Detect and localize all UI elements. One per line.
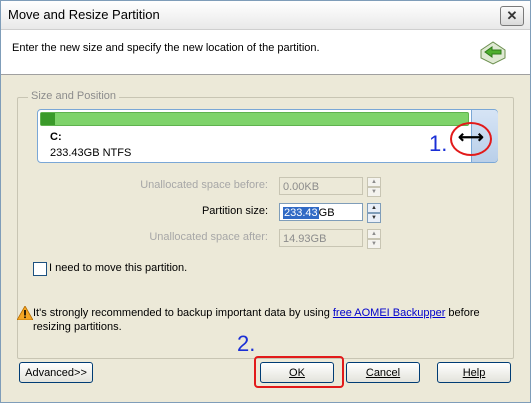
drive-letter: C: xyxy=(50,131,62,143)
warning-icon xyxy=(17,306,33,320)
partition-bar[interactable] xyxy=(40,112,469,126)
partition-size-selected-value: 233.43 xyxy=(283,207,319,219)
dialog-header: Enter the new size and specify the new l… xyxy=(1,30,530,75)
unallocated-before-spinner[interactable]: ▲ ▼ xyxy=(367,177,381,197)
partition-size-input[interactable]: 233.43GB xyxy=(279,203,363,221)
header-instruction: Enter the new size and specify the new l… xyxy=(12,42,320,54)
help-button-label: Help xyxy=(462,367,486,379)
unallocated-before-label: Unallocated space before: xyxy=(140,179,268,191)
resize-arrows-icon[interactable]: ⟷ xyxy=(458,127,484,148)
warning-text: It's strongly recommended to backup impo… xyxy=(33,306,503,334)
unallocated-after-spinner[interactable]: ▲ ▼ xyxy=(367,229,381,249)
cancel-button[interactable]: Cancel xyxy=(346,362,420,383)
group-label: Size and Position xyxy=(28,90,119,102)
aomei-backupper-link[interactable]: free AOMEI Backupper xyxy=(333,307,446,319)
partition-size-label: Partition size: xyxy=(201,205,268,217)
warning-text-before: It's strongly recommended to backup impo… xyxy=(33,307,333,319)
move-arrow-icon xyxy=(480,41,506,65)
annotation-step-2: 2. xyxy=(237,331,256,356)
ok-button-label: OK xyxy=(289,367,305,379)
move-partition-checkbox[interactable] xyxy=(33,262,47,276)
move-partition-label[interactable]: I need to move this partition. xyxy=(49,262,187,274)
title-bar: Move and Resize Partition ✕ xyxy=(1,1,530,30)
unallocated-after-input[interactable]: 14.93GB xyxy=(279,229,363,247)
used-space-bar xyxy=(41,113,55,125)
unallocated-before-input[interactable]: 0.00KB xyxy=(279,177,363,195)
partition-size-spinner[interactable]: ▲ ▼ xyxy=(367,203,381,223)
partition-size-unit: GB xyxy=(318,207,335,219)
cancel-button-label: Cancel xyxy=(365,367,401,379)
dialog-body: Size and Position C: 233.43GB NTFS 1. ⟷ … xyxy=(1,75,530,402)
partition-info: 233.43GB NTFS xyxy=(50,147,132,159)
dialog-title: Move and Resize Partition xyxy=(8,7,160,22)
move-resize-dialog: Move and Resize Partition ✕ Enter the ne… xyxy=(0,0,531,403)
close-button[interactable]: ✕ xyxy=(500,6,524,26)
ok-button[interactable]: OK xyxy=(260,362,334,383)
unallocated-after-label: Unallocated space after: xyxy=(149,231,268,243)
help-button[interactable]: Help xyxy=(437,362,511,383)
advanced-button[interactable]: Advanced>> xyxy=(19,362,93,383)
annotation-step-1: 1. xyxy=(429,131,448,156)
close-icon: ✕ xyxy=(506,8,518,23)
